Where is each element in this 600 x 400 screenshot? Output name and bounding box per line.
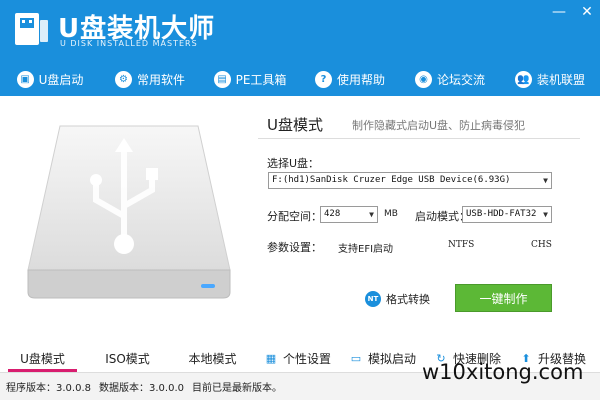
nav-item-label: PE工具箱 — [235, 72, 287, 87]
tab-iso-mode[interactable]: ISO模式 — [85, 344, 170, 372]
app-window: U盘装机大师 U DISK INSTALLED MASTERS — ✕ ▣ U盘… — [0, 0, 600, 400]
nav-item-forum[interactable]: ◉ 论坛交流 — [400, 62, 500, 96]
params-label: 参数设置： — [267, 241, 322, 254]
alloc-space-select[interactable]: 428 ▼ — [320, 206, 378, 223]
tab-personal-settings[interactable]: ▦ 个性设置 — [255, 344, 340, 372]
users-icon: 👥 — [514, 70, 532, 88]
chat-icon: ◉ — [414, 70, 432, 88]
nav-item-common-software[interactable]: ⚙ 常用软件 — [100, 62, 200, 96]
chs-option[interactable]: CHS — [531, 240, 552, 250]
boot-mode-select[interactable]: USB-HDD-FAT32 ▼ — [462, 206, 552, 223]
nt-icon: NT — [365, 291, 381, 307]
format-convert-button[interactable]: NT 格式转换 — [365, 291, 430, 307]
top-nav: ▣ U盘启动 ⚙ 常用软件 ▤ PE工具箱 ? 使用帮助 ◉ 论坛交流 👥 装机… — [0, 62, 600, 96]
tab-u-disk-mode[interactable]: U盘模式 — [0, 344, 85, 372]
nav-item-help[interactable]: ? 使用帮助 — [300, 62, 400, 96]
minimize-button[interactable]: — — [552, 4, 566, 20]
app-subtitle: U DISK INSTALLED MASTERS — [60, 39, 198, 48]
ntfs-option[interactable]: NTFS — [448, 240, 474, 250]
tab-label: 本地模式 — [188, 351, 237, 366]
chevron-down-icon: ▼ — [543, 176, 548, 185]
one-click-make-button[interactable]: 一键制作 — [455, 284, 552, 312]
format-convert-label: 格式转换 — [386, 293, 430, 306]
tab-label: ISO模式 — [105, 351, 150, 366]
help-icon: ? — [314, 70, 332, 88]
mode-title: U盘模式 — [267, 116, 323, 134]
alloc-space-value: 428 — [324, 209, 341, 219]
nav-item-label: U盘启动 — [38, 72, 84, 87]
usb-drive-icon: ▣ — [16, 70, 34, 88]
monitor-icon: ▭ — [350, 351, 362, 365]
nav-item-u-disk-boot[interactable]: ▣ U盘启动 — [0, 62, 100, 96]
data-version: 数据版本：3.0.0.0 — [99, 383, 184, 394]
tab-local-mode[interactable]: 本地模式 — [170, 344, 255, 372]
chevron-down-icon: ▼ — [543, 210, 548, 219]
usb-device-value: F:(hd1)SanDisk Cruzer Edge USB Device(6.… — [272, 175, 511, 185]
nav-item-label: 装机联盟 — [536, 72, 585, 87]
chevron-down-icon: ▼ — [369, 210, 374, 219]
window-controls: — ✕ — [552, 4, 594, 20]
usb-drive-illustration-icon — [27, 125, 231, 299]
alloc-unit: MB — [384, 209, 398, 219]
close-button[interactable]: ✕ — [580, 4, 594, 20]
update-message: 目前已是最新版本。 — [192, 383, 282, 394]
toolbox-icon: ▤ — [213, 70, 231, 88]
divider — [258, 138, 580, 139]
watermark: w10xitong.com — [422, 360, 584, 384]
tab-label: 个性设置 — [282, 351, 331, 366]
mode-description: 制作隐藏式启动U盘、防止病毒侵犯 — [352, 119, 526, 132]
nav-item-label: 论坛交流 — [436, 72, 485, 87]
tab-label: 模拟启动 — [367, 351, 416, 366]
nav-item-alliance[interactable]: 👥 装机联盟 — [500, 62, 600, 96]
usb-device-select[interactable]: F:(hd1)SanDisk Cruzer Edge USB Device(6.… — [268, 172, 552, 189]
nav-item-label: 常用软件 — [136, 72, 185, 87]
select-usb-label: 选择U盘： — [267, 157, 320, 170]
program-version: 程序版本：3.0.0.8 — [6, 383, 91, 394]
nav-item-pe-toolbox[interactable]: ▤ PE工具箱 — [200, 62, 300, 96]
efi-boot-option[interactable]: 支持EFI启动 — [338, 240, 393, 255]
alloc-space-label: 分配空间： — [267, 210, 322, 223]
logo-icon — [15, 13, 48, 45]
tab-simulate-boot[interactable]: ▭ 模拟启动 — [340, 344, 425, 372]
nav-item-label: 使用帮助 — [336, 72, 385, 87]
tab-label: U盘模式 — [20, 351, 65, 366]
gear-icon: ⚙ — [114, 70, 132, 88]
grid-icon: ▦ — [265, 351, 277, 365]
boot-mode-value: USB-HDD-FAT32 — [466, 209, 537, 219]
header-bar: U盘装机大师 U DISK INSTALLED MASTERS — ✕ ▣ U盘… — [0, 0, 600, 96]
